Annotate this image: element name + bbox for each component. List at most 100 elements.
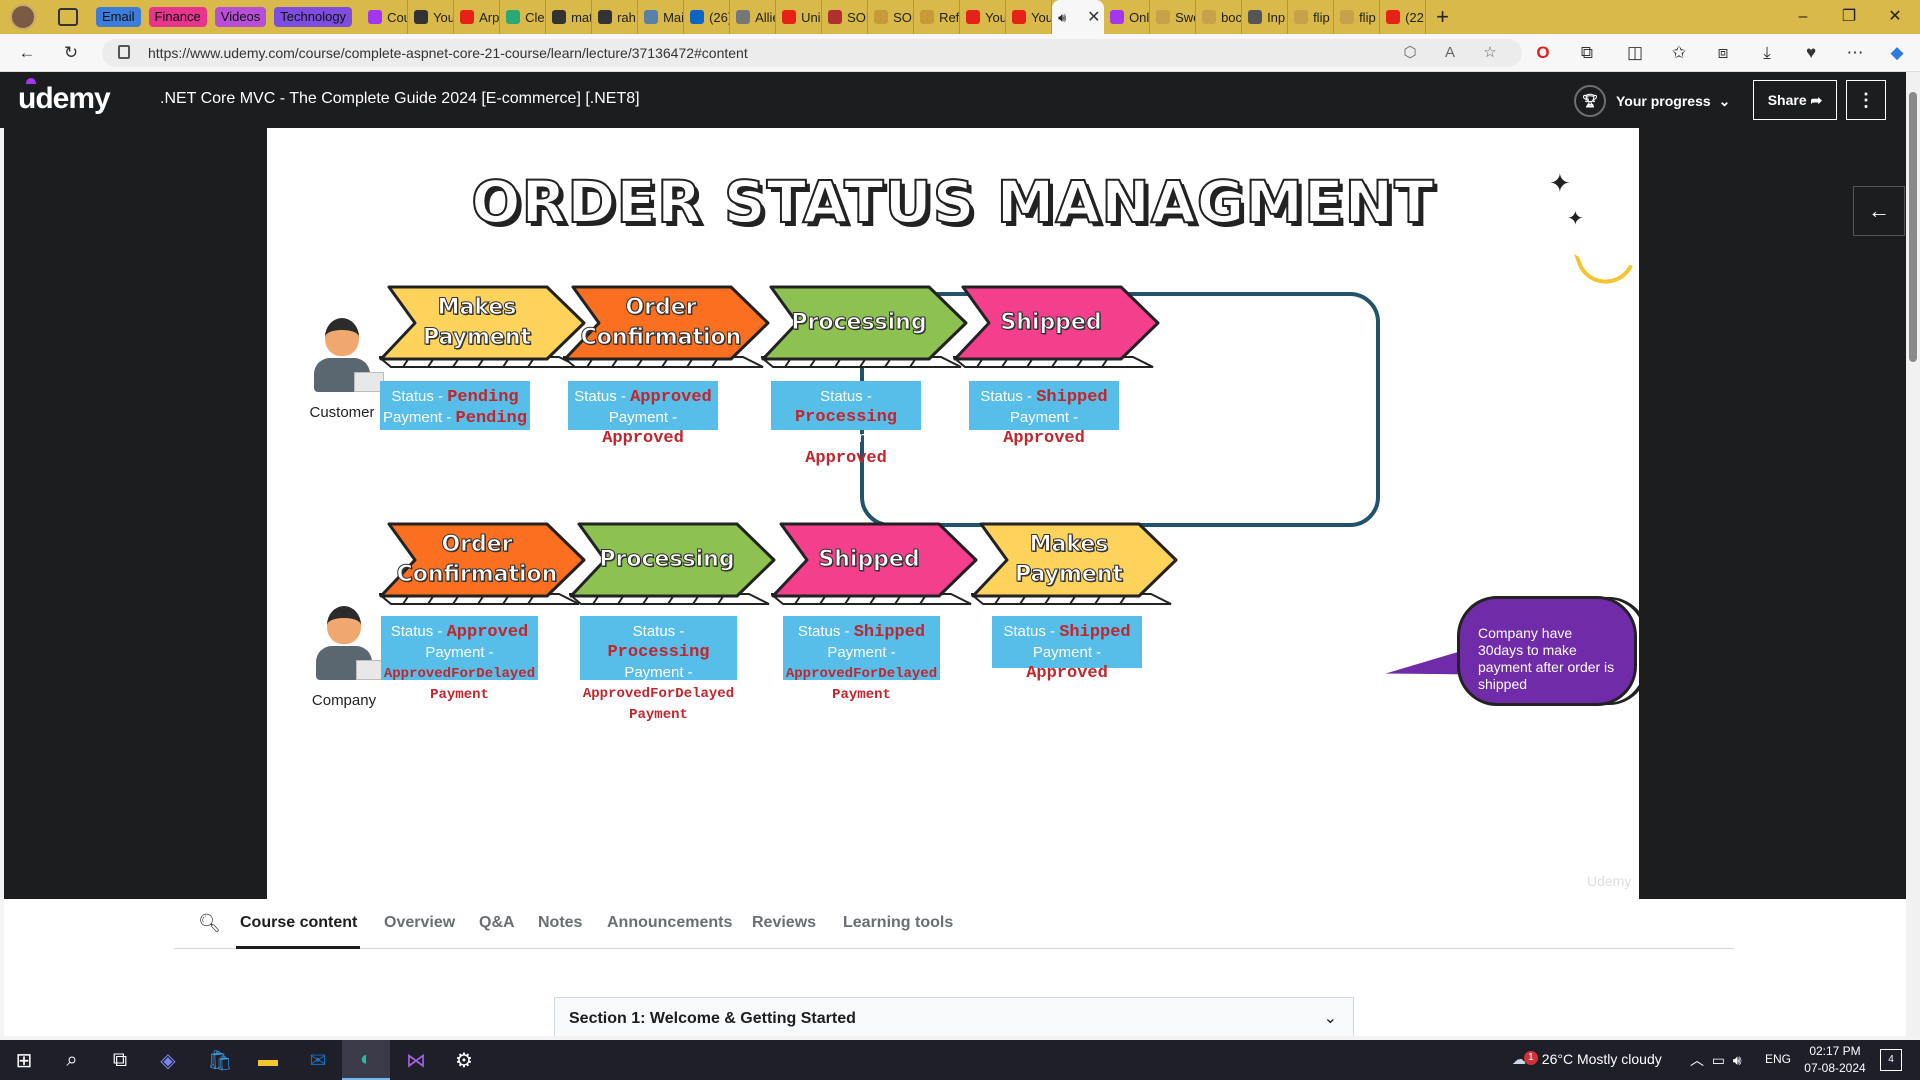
payment-value: Pending xyxy=(455,409,527,428)
browser-tab[interactable]: You xyxy=(1006,0,1053,34)
browser-tab[interactable]: Inp xyxy=(1242,0,1289,34)
udemy-watermark: Udemy xyxy=(1587,873,1632,889)
browser-tab[interactable]: flip xyxy=(1334,0,1381,34)
copilot-icon[interactable]: ◆ xyxy=(1884,40,1910,66)
close-tab-icon[interactable]: ✕ xyxy=(1087,7,1100,27)
settings-gear-icon[interactable]: ⚙ xyxy=(440,1040,488,1080)
minimize-button[interactable]: – xyxy=(1780,0,1826,34)
tab-label: (22 xyxy=(1405,9,1424,25)
tab-announcements[interactable]: Announcements xyxy=(607,914,732,932)
tab-overview[interactable]: Overview xyxy=(384,914,455,932)
close-window-button[interactable]: ✕ xyxy=(1872,0,1918,34)
tab-learning-tools[interactable]: Learning tools xyxy=(843,914,953,932)
browser-tab[interactable]: Arp xyxy=(454,0,501,34)
status-value: Processing xyxy=(794,408,898,427)
scrollbar-thumb[interactable] xyxy=(1909,92,1917,362)
clock[interactable]: 02:17 PM 07-08-2024 xyxy=(1800,1043,1870,1077)
browser-tab[interactable]: boc xyxy=(1196,0,1243,34)
visual-studio-icon[interactable]: ⋈ xyxy=(392,1040,440,1080)
status-line: Status - Approved xyxy=(381,622,538,643)
favorite-star-icon[interactable]: ☆ xyxy=(1478,41,1502,65)
browser-tab[interactable]: Allie xyxy=(730,0,777,34)
person-head xyxy=(327,606,361,644)
udemy-logo[interactable]: udemy xyxy=(18,78,111,116)
task-view-icon[interactable]: ⧉ xyxy=(96,1040,144,1080)
payment-key: Payment - xyxy=(1032,644,1102,661)
tab-label: flip xyxy=(1359,9,1376,25)
back-icon[interactable]: ← xyxy=(14,40,40,66)
browser-tab[interactable]: Refa xyxy=(914,0,961,34)
outlook-icon[interactable]: ✉ xyxy=(294,1040,342,1080)
video-player[interactable]: ORDER STATUS MANAGMENT ✦ ✦ Customer Comp… xyxy=(4,128,1906,899)
browser-tab[interactable]: Mai xyxy=(638,0,685,34)
favorites-icon[interactable]: ✩ xyxy=(1666,40,1692,66)
progress-dropdown[interactable]: 🏆︎ Your progress ⌄ xyxy=(1574,85,1730,117)
tab-group-email[interactable]: Email xyxy=(96,7,141,27)
read-aloud-icon[interactable]: A xyxy=(1438,41,1462,65)
share-button[interactable]: Share ➦ xyxy=(1753,80,1837,120)
more-options-icon[interactable]: ⋮ xyxy=(1846,80,1886,120)
search-icon[interactable]: ⌕ xyxy=(48,1040,96,1080)
tab-actions-icon[interactable] xyxy=(58,8,78,26)
restore-button[interactable]: ❐ xyxy=(1826,0,1872,34)
windows-start-icon[interactable]: ⊞ xyxy=(0,1040,48,1080)
page-scrollbar[interactable] xyxy=(1906,72,1920,1036)
system-tray[interactable]: ︿ ▭ 🔊︎ xyxy=(1690,1050,1742,1070)
sparkle-icon: ✦ xyxy=(1549,168,1571,198)
split-screen-icon[interactable]: ◫ xyxy=(1622,40,1648,66)
browser-tab[interactable]: You xyxy=(960,0,1007,34)
collections-icon[interactable]: ⧈ xyxy=(1710,40,1736,66)
browser-tab[interactable]: Cou xyxy=(362,0,409,34)
network-icon[interactable]: ▭ xyxy=(1712,1052,1725,1068)
browser-tab[interactable]: mat xyxy=(546,0,593,34)
browser-tab[interactable]: Swe xyxy=(1150,0,1197,34)
browser-tab[interactable]: SOL xyxy=(822,0,869,34)
tab-notes[interactable]: Notes xyxy=(538,914,582,932)
browser-tab[interactable]: (26) xyxy=(684,0,731,34)
profile-avatar[interactable] xyxy=(10,4,36,30)
status-value: Shipped xyxy=(1059,623,1131,642)
browser-tab[interactable]: flip xyxy=(1288,0,1335,34)
tab-label: Onl xyxy=(1129,9,1150,25)
tab-active[interactable]: 🔊︎ ✕ xyxy=(1052,0,1105,34)
language-indicator[interactable]: ENG xyxy=(1765,1052,1791,1066)
performance-icon[interactable]: ♥ xyxy=(1798,40,1824,66)
refresh-icon[interactable]: ↻ xyxy=(58,40,84,66)
browser-tab[interactable]: Uni xyxy=(776,0,823,34)
process-step-arrow: Order Confirmation xyxy=(563,283,773,375)
extensions-icon[interactable]: ⧉ xyxy=(1574,40,1600,66)
browser-tab[interactable]: SOL xyxy=(868,0,915,34)
copilot-icon[interactable]: ◈ xyxy=(144,1040,192,1080)
browser-tab[interactable]: (22 xyxy=(1380,0,1427,34)
url-text[interactable]: https://www.udemy.com/course/complete-as… xyxy=(148,39,748,67)
weather-widget[interactable]: ☁ 1 26°C Mostly cloudy xyxy=(1512,1051,1662,1068)
volume-icon[interactable]: 🔊︎ xyxy=(1733,1052,1742,1068)
tab-course-content[interactable]: Course content xyxy=(240,914,357,932)
youtube-icon xyxy=(460,10,475,24)
expand-sidebar-button[interactable]: ← xyxy=(1853,186,1905,236)
notification-icon[interactable]: 4 xyxy=(1880,1049,1902,1071)
browser-tab[interactable]: rah xyxy=(592,0,639,34)
browser-tab[interactable]: Onl xyxy=(1104,0,1151,34)
tab-group-videos[interactable]: Videos xyxy=(214,7,267,27)
tab-group-finance[interactable]: Finance xyxy=(148,7,207,27)
tag-icon[interactable]: ⬡ xyxy=(1398,41,1422,65)
settings-more-icon[interactable]: ⋯ xyxy=(1842,40,1868,66)
opera-extension-icon[interactable]: O xyxy=(1530,40,1556,66)
address-bar[interactable]: https://www.udemy.com/course/complete-as… xyxy=(102,39,1522,67)
browser-tab[interactable]: Cle xyxy=(500,0,547,34)
tab-reviews[interactable]: Reviews xyxy=(752,914,816,932)
course-content-area: 🔍︎ Course content Overview Q&A Notes Ann… xyxy=(4,899,1906,1036)
tab-qa[interactable]: Q&A xyxy=(479,914,515,932)
course-title[interactable]: .NET Core MVC - The Complete Guide 2024 … xyxy=(160,90,640,108)
chevron-up-icon[interactable]: ︿ xyxy=(1690,1052,1704,1068)
tab-group-technology[interactable]: Technology xyxy=(274,7,353,27)
new-tab-button[interactable]: + xyxy=(1436,4,1449,30)
downloads-icon[interactable]: ⤓ xyxy=(1754,40,1780,66)
search-icon[interactable]: 🔍︎ xyxy=(198,913,221,934)
store-icon[interactable]: 🛍︎ xyxy=(196,1040,244,1080)
edge-icon[interactable]: ◐ xyxy=(342,1040,390,1080)
file-explorer-icon[interactable]: ▬ xyxy=(244,1040,292,1080)
section-accordion[interactable]: Section 1: Welcome & Getting Started ⌄ xyxy=(554,997,1354,1036)
browser-tab[interactable]: You xyxy=(408,0,455,34)
